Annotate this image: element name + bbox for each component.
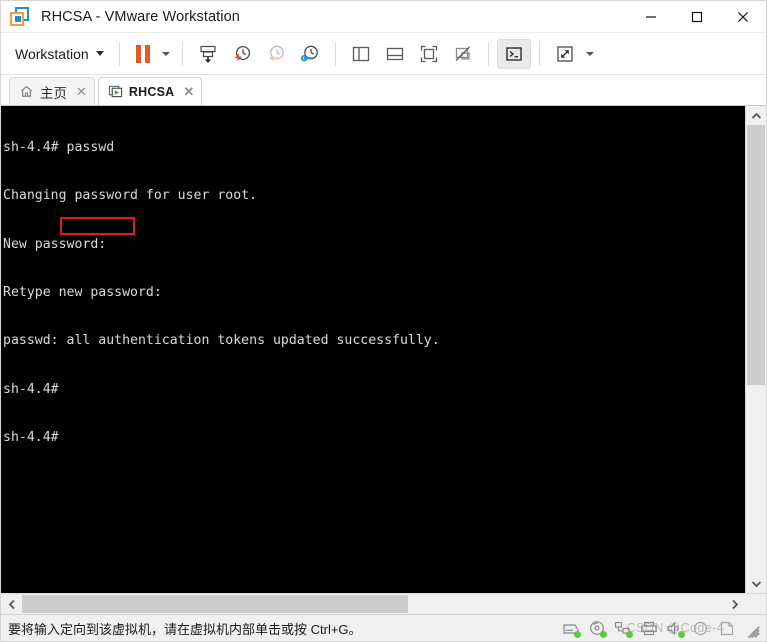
terminal-line: passwd: all authentication tokens update… (3, 333, 440, 349)
tab-home-close-icon[interactable]: ✕ (76, 85, 87, 98)
status-bar: 要将输入定向到该虚拟机，请在虚拟机内部单击或按 Ctrl+G。 CSDN @Co… (1, 614, 766, 641)
toolbar-separator (334, 41, 336, 66)
scroll-up-button[interactable] (746, 106, 766, 125)
snapshot-settings-clock-icon (300, 45, 318, 61)
take-snapshot-button[interactable] (225, 39, 259, 69)
expand-arrows-icon (557, 45, 573, 62)
vertical-scroll-thumb[interactable] (747, 125, 765, 386)
pause-vm-button[interactable] (128, 39, 158, 69)
fit-guest-button[interactable] (412, 39, 446, 69)
snapshot-revert-clock-icon (268, 45, 284, 61)
power-dropdown-button[interactable] (158, 39, 174, 69)
terminal-line: Retype new password: (3, 285, 162, 301)
chevron-down-icon (751, 580, 761, 587)
chevron-left-icon (8, 599, 15, 609)
toolbar-separator (487, 41, 489, 66)
network-adapter-icon[interactable] (613, 620, 633, 638)
horizontal-scroll-track[interactable] (22, 594, 724, 614)
workstation-menu-label: Workstation (15, 45, 89, 62)
terminal-line: New password: (3, 236, 107, 252)
vm-display-row: sh-4.4# passwd Changing password for use… (1, 106, 766, 593)
cd-dvd-icon[interactable] (587, 620, 607, 638)
guest-screen[interactable]: sh-4.4# passwd Changing password for use… (1, 106, 745, 593)
chevron-up-icon (751, 112, 761, 119)
terminal-output: sh-4.4# passwd Changing password for use… (3, 108, 745, 478)
tab-home[interactable]: 主页 ✕ (9, 77, 95, 105)
window-controls (628, 1, 766, 32)
vm-display-area: sh-4.4# passwd Changing password for use… (1, 105, 766, 614)
snapshot-manager-button[interactable] (293, 39, 327, 69)
horizontal-scroll-thumb[interactable] (22, 595, 409, 613)
vmware-logo-icon (9, 6, 31, 28)
title-bar: RHCSA - VMware Workstation (1, 1, 766, 33)
tab-rhcsa-close-icon[interactable]: ✕ (183, 85, 194, 98)
terminal-line: sh-4.4# (3, 429, 59, 445)
terminal-line: Changing password for user root. (3, 188, 258, 204)
vm-monitor-play-icon (108, 85, 123, 98)
status-message: 要将输入定向到该虚拟机，请在虚拟机内部单击或按 Ctrl+G。 (8, 621, 362, 637)
terminal-line: sh-4.4# (3, 381, 59, 397)
device-connected-led (574, 630, 581, 638)
vertical-scrollbar[interactable] (745, 106, 766, 593)
show-thumbnail-bar-button[interactable] (378, 39, 412, 69)
fit-guest-icon (420, 45, 437, 62)
revert-snapshot-button[interactable] (259, 39, 293, 69)
autofit-off-button[interactable] (446, 39, 480, 69)
tab-rhcsa-label: RHCSA (128, 84, 175, 99)
vm-tab-strip: 主页 ✕ RHCSA ✕ (1, 75, 766, 105)
pause-icon (135, 44, 150, 63)
chevron-down-icon (585, 51, 594, 56)
console-view-button[interactable] (496, 38, 531, 69)
toolbar-separator (181, 41, 183, 66)
scroll-left-button[interactable] (1, 594, 22, 614)
snapshot-stack-icon (200, 45, 216, 63)
toolbar-separator (118, 41, 120, 66)
terminal-line: sh-4.4# passwd (3, 140, 115, 156)
vertical-scroll-track[interactable] (746, 125, 766, 574)
tab-home-label: 主页 (40, 85, 67, 101)
resize-grip-icon[interactable] (745, 621, 760, 639)
snapshot-add-clock-icon (234, 45, 250, 60)
panel-left-icon (352, 46, 369, 61)
toolbar-separator (538, 41, 540, 66)
main-toolbar: Workstation (1, 33, 766, 75)
printer-icon[interactable] (639, 620, 658, 637)
autofit-off-icon (455, 46, 470, 61)
sound-card-icon[interactable] (665, 620, 685, 638)
scrollbar-corner (745, 594, 766, 614)
tab-rhcsa[interactable]: RHCSA ✕ (97, 77, 203, 105)
manage-snapshot-button[interactable] (191, 39, 225, 69)
minimize-button[interactable] (628, 1, 674, 32)
chevron-down-icon (161, 51, 170, 56)
chevron-right-icon (731, 599, 738, 609)
display-icon[interactable] (717, 620, 736, 637)
device-connected-led (626, 630, 633, 638)
terminal-prompt-icon (505, 46, 522, 61)
workstation-menu-button[interactable]: Workstation (9, 42, 111, 66)
device-connected-led (600, 630, 607, 638)
chevron-down-icon (95, 51, 104, 56)
horizontal-scrollbar[interactable] (1, 593, 766, 614)
scroll-down-button[interactable] (746, 574, 766, 593)
usb-device-icon[interactable] (691, 620, 710, 637)
show-sidebar-button[interactable] (344, 39, 378, 69)
full-screen-button[interactable] (548, 39, 582, 69)
hard-disk-icon[interactable] (561, 620, 581, 638)
scroll-right-button[interactable] (724, 594, 745, 614)
window-title: RHCSA - VMware Workstation (41, 8, 240, 25)
close-button[interactable] (720, 1, 766, 32)
maximize-button[interactable] (674, 1, 720, 32)
device-status-icons (561, 620, 762, 639)
device-connected-led (678, 630, 685, 638)
home-icon (20, 85, 33, 97)
vmware-workstation-window: RHCSA - VMware Workstation Workstation 主… (0, 0, 767, 642)
full-screen-dropdown-button[interactable] (582, 39, 598, 69)
panel-bottom-icon (386, 47, 403, 60)
